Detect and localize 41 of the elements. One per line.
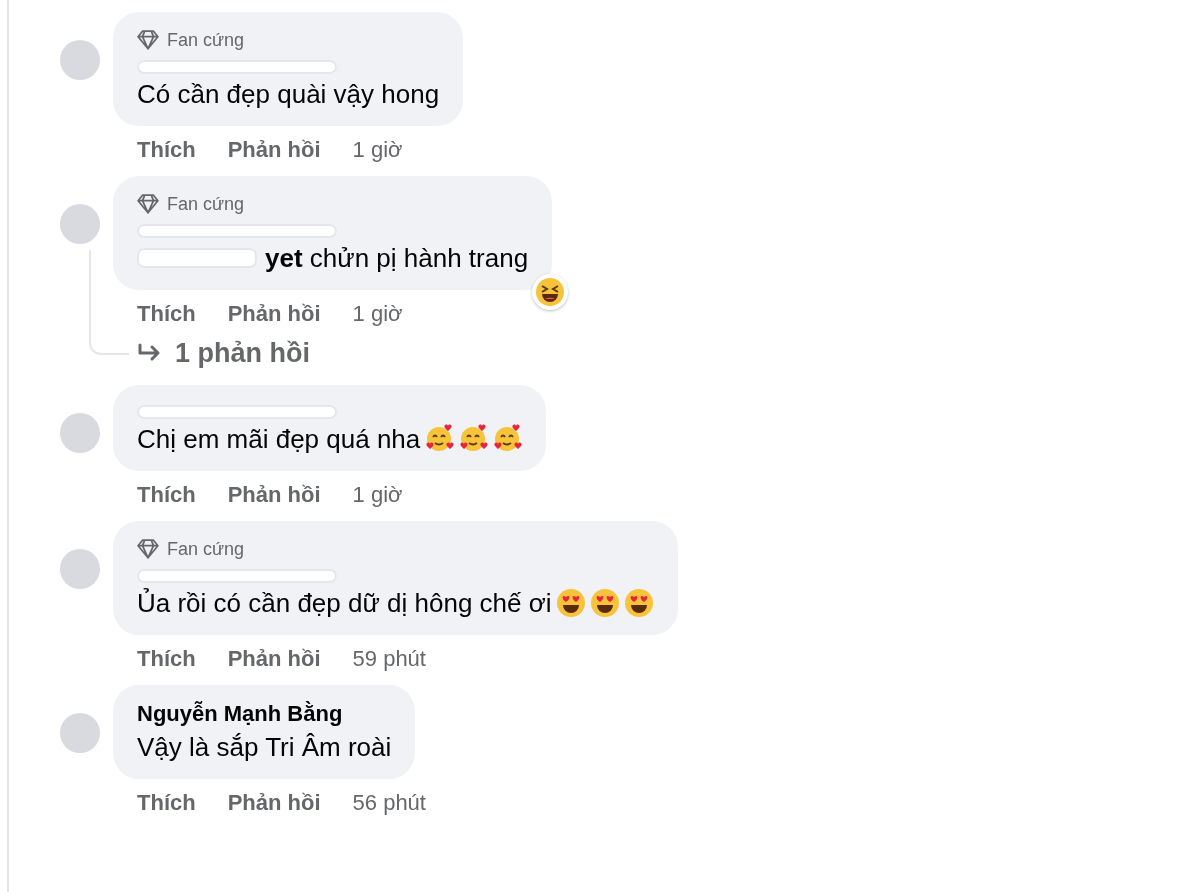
emoji-icon [589, 588, 620, 618]
comment-time[interactable]: 1 giờ [352, 137, 403, 163]
badge-label: Fan cứng [167, 29, 245, 51]
comment-time[interactable]: 59 phút [352, 646, 426, 672]
like-link[interactable]: Thích [137, 482, 196, 508]
like-link[interactable]: Thích [137, 790, 196, 816]
reply-link[interactable]: Phản hồi [227, 790, 321, 816]
emoji-icon [458, 424, 489, 454]
comment-time[interactable]: 1 giờ [352, 301, 403, 327]
avatar[interactable] [60, 204, 100, 244]
badge-label: Fan cứng [167, 193, 245, 215]
diamond-icon [137, 539, 159, 559]
view-replies-link[interactable]: 1 phản hồi [113, 332, 310, 377]
diamond-icon [137, 30, 159, 50]
comment-text: Có cần đẹp quài vậy hong [137, 78, 440, 111]
avatar[interactable] [60, 549, 100, 589]
like-link[interactable]: Thích [137, 646, 196, 672]
reply-link[interactable]: Phản hồi [227, 301, 321, 327]
comment-time[interactable]: 56 phút [352, 790, 426, 816]
emoji-icon [492, 424, 523, 454]
comment-text: yet chửn pị hành trang [265, 242, 529, 275]
like-link[interactable]: Thích [137, 301, 196, 327]
reply-link[interactable]: Phản hồi [227, 482, 321, 508]
emoji-icon [555, 588, 586, 618]
reaction-badge[interactable] [532, 274, 569, 310]
avatar[interactable] [60, 413, 100, 453]
laughing-emoji-icon [535, 277, 566, 307]
emoji-icon [424, 424, 455, 454]
comment-text: Chị em mãi đẹp quá nha [137, 423, 421, 456]
reply-link[interactable]: Phản hồi [227, 646, 321, 672]
comment-text: Ủa rồi có cần đẹp dữ dị hông chế ơi [137, 587, 552, 620]
emoji-icon [623, 588, 654, 618]
comment-text: Vậy là sắp Tri Âm roài [137, 731, 392, 764]
avatar[interactable] [60, 40, 100, 80]
avatar[interactable] [60, 713, 100, 753]
reply-link[interactable]: Phản hồi [227, 137, 321, 163]
commenter-name[interactable]: Nguyễn Mạnh Bằng [137, 699, 392, 729]
diamond-icon [137, 194, 159, 214]
badge-label: Fan cứng [167, 538, 245, 560]
comment-time[interactable]: 1 giờ [352, 482, 403, 508]
like-link[interactable]: Thích [137, 137, 196, 163]
